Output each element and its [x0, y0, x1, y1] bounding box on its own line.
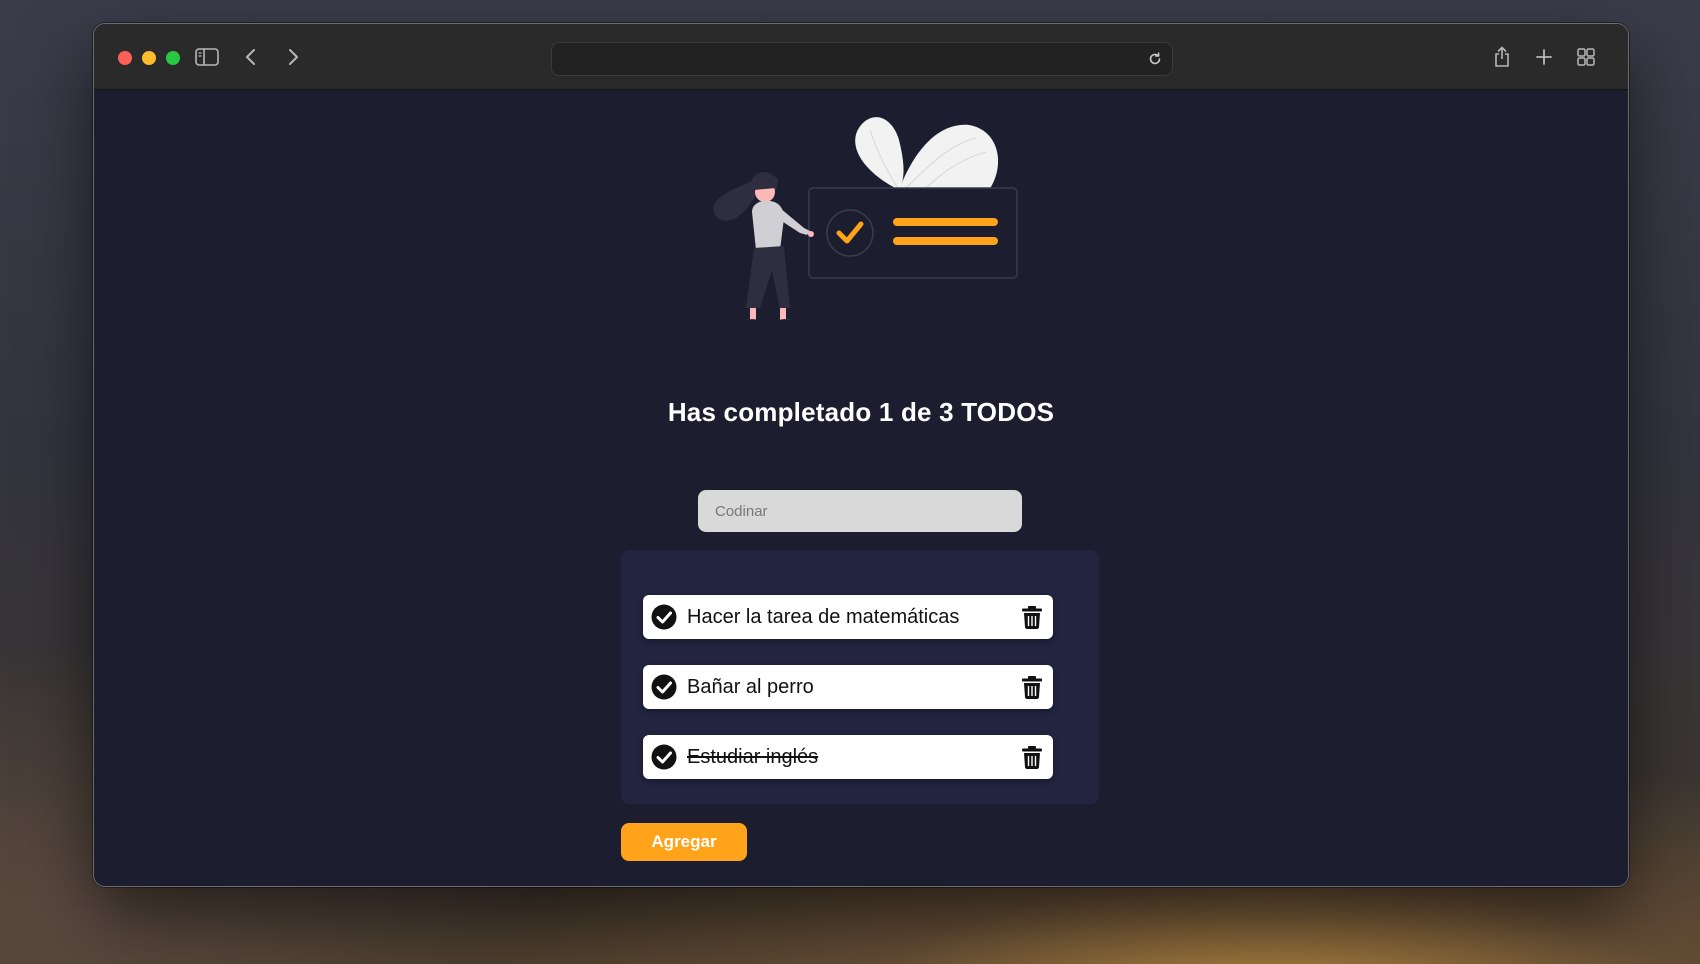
browser-window: Has completado 1 de 3 TODOS Hacer la tar…	[93, 23, 1629, 887]
trash-icon[interactable]	[1021, 675, 1043, 699]
todo-item: Hacer la tarea de matemáticas	[643, 595, 1053, 639]
address-bar[interactable]	[551, 42, 1173, 76]
page-title: Has completado 1 de 3 TODOS	[667, 397, 1055, 428]
todo-text: Bañar al perro	[687, 676, 814, 698]
search-input[interactable]	[698, 490, 1022, 532]
todo-item: Estudiar inglés	[643, 735, 1053, 779]
todo-list: Hacer la tarea de matemáticas Bañar al p…	[621, 550, 1099, 804]
new-tab-plus-icon[interactable]	[1529, 42, 1559, 72]
zoom-window-button[interactable]	[166, 51, 180, 65]
check-circle-icon[interactable]	[651, 674, 677, 700]
todo-illustration	[713, 117, 1018, 320]
add-todo-button[interactable]: Agregar	[621, 823, 747, 861]
trash-icon[interactable]	[1021, 605, 1043, 629]
minimize-window-button[interactable]	[142, 51, 156, 65]
browser-toolbar	[94, 24, 1628, 90]
forward-chevron-icon[interactable]	[278, 42, 308, 72]
close-window-button[interactable]	[118, 51, 132, 65]
todo-text: Hacer la tarea de matemáticas	[687, 606, 960, 628]
sidebar-toggle-icon[interactable]	[192, 42, 222, 72]
tab-overview-grid-icon[interactable]	[1571, 42, 1601, 72]
back-chevron-icon[interactable]	[236, 42, 266, 72]
check-circle-icon[interactable]	[651, 604, 677, 630]
check-circle-icon[interactable]	[651, 744, 677, 770]
todo-item: Bañar al perro	[643, 665, 1053, 709]
share-icon[interactable]	[1487, 42, 1517, 72]
trash-icon[interactable]	[1021, 745, 1043, 769]
page-content: Has completado 1 de 3 TODOS Hacer la tar…	[94, 90, 1628, 886]
reload-icon[interactable]	[1144, 48, 1166, 70]
todo-text-completed: Estudiar inglés	[687, 746, 819, 768]
